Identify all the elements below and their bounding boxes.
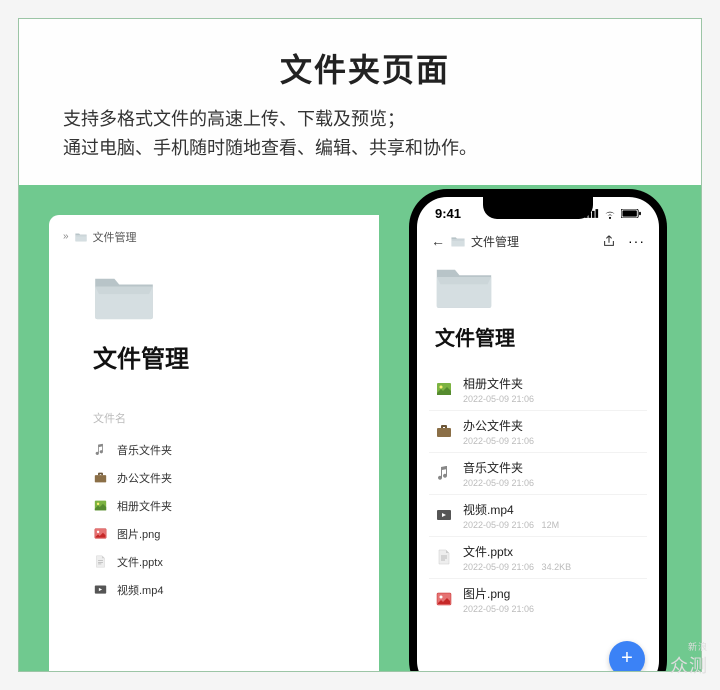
file-name: 图片.png	[117, 526, 160, 542]
status-time: 9:41	[435, 206, 461, 221]
file-name: 视频.mp4	[117, 582, 163, 598]
list-item[interactable]: 视频.mp4	[93, 576, 379, 604]
folder-icon	[451, 236, 465, 247]
file-meta: 2022-05-09 21:06	[463, 394, 534, 404]
image-icon	[435, 590, 453, 608]
add-button[interactable]: +	[609, 641, 645, 672]
file-name: 图片.png	[463, 585, 534, 602]
gallery-icon	[93, 499, 107, 513]
more-icon[interactable]: ···	[628, 233, 645, 249]
desktop-file-list: 音乐文件夹办公文件夹相册文件夹图片.png 文件.pptx 视频.mp4	[93, 436, 379, 604]
phone-notch	[483, 197, 593, 219]
file-meta: 2022-05-09 21:06	[463, 478, 534, 488]
gallery-icon	[435, 380, 453, 398]
list-item[interactable]: 相册文件夹 2022-05-09 21:06	[429, 369, 647, 411]
page-title: 文件夹页面	[59, 45, 671, 91]
desc-line-1: 支持多格式文件的高速上传、下载及预览；	[63, 105, 671, 134]
phone-breadcrumb-label[interactable]: 文件管理	[471, 233, 519, 250]
doc-icon	[93, 555, 107, 569]
file-meta: 2022-05-09 21:06	[463, 436, 534, 446]
file-meta: 2022-05-09 21:06	[463, 604, 534, 614]
folder-hero-icon	[435, 264, 493, 310]
wifi-icon	[603, 209, 617, 219]
briefcase-icon	[93, 471, 107, 485]
back-arrow-icon[interactable]: ←	[431, 233, 445, 249]
phone-frame: 9:41 ← 文件管理 ···	[409, 189, 667, 672]
battery-icon	[621, 209, 641, 218]
file-name: 相册文件夹	[117, 498, 172, 514]
file-name: 视频.mp4	[463, 501, 559, 518]
list-item[interactable]: 文件.pptx	[93, 548, 379, 576]
video-icon	[435, 506, 453, 524]
video-icon	[93, 583, 107, 597]
chevron-right-icon: »	[63, 231, 69, 242]
list-item[interactable]: 图片.png 2022-05-09 21:06	[429, 579, 647, 620]
file-name: 音乐文件夹	[117, 442, 172, 458]
file-name: 音乐文件夹	[463, 459, 534, 476]
folder-icon	[75, 232, 87, 242]
file-name: 文件.pptx	[463, 543, 571, 560]
showcase-stage: » 文件管理 文件管理 文件名 音乐文件夹办公文件夹相册文件夹图片.png文件.…	[19, 185, 701, 672]
list-item[interactable]: 相册文件夹	[93, 492, 379, 520]
desktop-window: » 文件管理 文件管理 文件名 音乐文件夹办公文件夹相册文件夹图片.png 文件.…	[49, 215, 379, 672]
column-header-filename[interactable]: 文件名	[93, 410, 379, 426]
list-item[interactable]: 视频.mp4 2022-05-09 21:06 12M	[429, 495, 647, 537]
file-meta: 2022-05-09 21:06 34.2KB	[463, 562, 571, 572]
page-description: 支持多格式文件的高速上传、下载及预览； 通过电脑、手机随时随地查看、编辑、共享和…	[59, 105, 671, 163]
phone-screen: 9:41 ← 文件管理 ···	[417, 197, 659, 672]
music-icon	[435, 464, 453, 482]
list-item[interactable]: 办公文件夹 2022-05-09 21:06	[429, 411, 647, 453]
list-item[interactable]: 办公文件夹	[93, 464, 379, 492]
file-name: 文件.pptx	[117, 554, 163, 570]
file-meta: 2022-05-09 21:06 12M	[463, 520, 559, 530]
file-name: 办公文件夹	[117, 470, 172, 486]
desktop-heading: 文件管理	[93, 339, 379, 374]
list-item[interactable]: 图片.png	[93, 520, 379, 548]
image-icon	[93, 527, 107, 541]
file-name: 办公文件夹	[463, 417, 534, 434]
breadcrumb[interactable]: » 文件管理	[59, 229, 379, 245]
folder-hero-icon	[93, 273, 155, 321]
phone-heading: 文件管理	[435, 322, 659, 351]
phone-file-list: 相册文件夹 2022-05-09 21:06 办公文件夹 2022-05-09 21:…	[429, 369, 647, 620]
list-item[interactable]: 文件.pptx 2022-05-09 21:06 34.2KB	[429, 537, 647, 579]
desc-line-2: 通过电脑、手机随时随地查看、编辑、共享和协作。	[63, 134, 671, 163]
file-name: 相册文件夹	[463, 375, 534, 392]
share-icon[interactable]	[602, 234, 616, 248]
briefcase-icon	[435, 422, 453, 440]
watermark: 新浪 众测	[670, 643, 708, 678]
phone-nav-bar: ← 文件管理 ···	[417, 225, 659, 254]
list-item[interactable]: 音乐文件夹 2022-05-09 21:06	[429, 453, 647, 495]
list-item[interactable]: 音乐文件夹	[93, 436, 379, 464]
breadcrumb-label: 文件管理	[93, 229, 137, 245]
doc-icon	[435, 548, 453, 566]
music-icon	[93, 443, 107, 457]
